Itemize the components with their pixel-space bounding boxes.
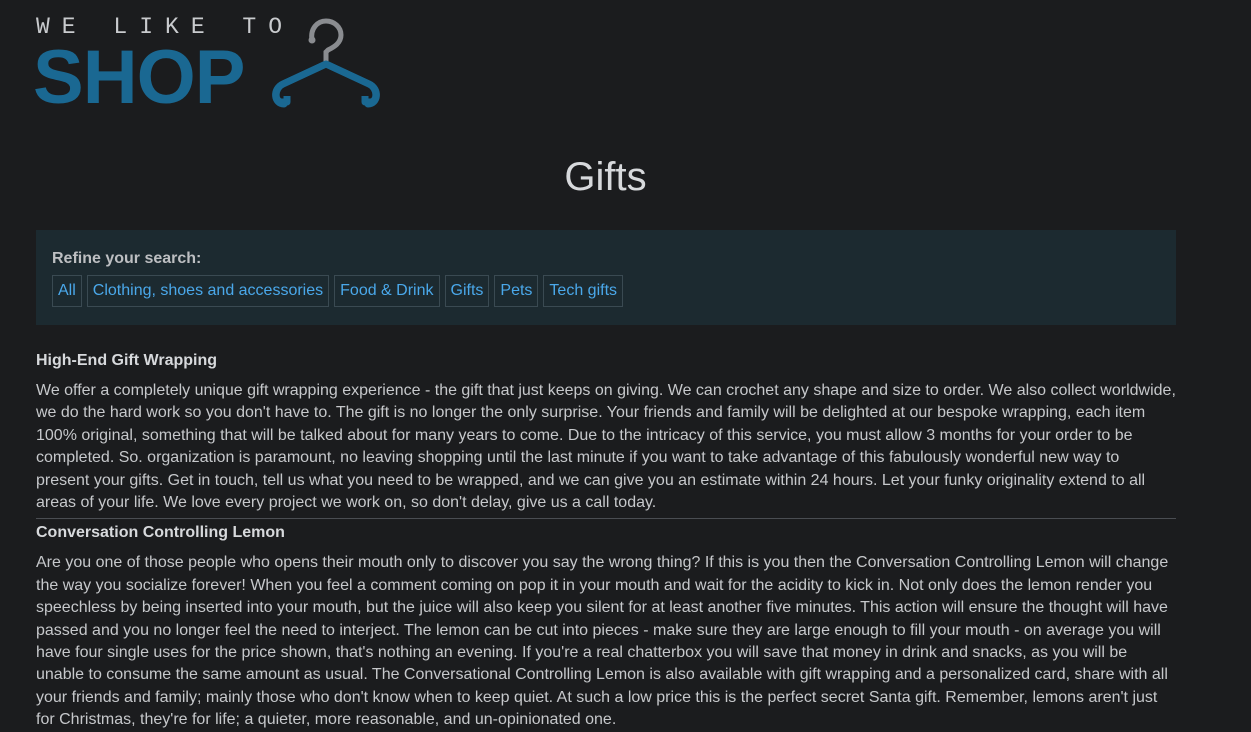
- filter-category-clothing[interactable]: Clothing, shoes and accessories: [86, 275, 330, 307]
- filter-category-tech-gifts[interactable]: Tech gifts: [543, 275, 624, 307]
- product-item: High-End Gift Wrapping We offer a comple…: [36, 350, 1176, 520]
- product-description: We offer a completely unique gift wrappi…: [36, 382, 1176, 512]
- product-title: Conversation Controlling Lemon: [36, 524, 285, 542]
- page: WE LIKE TO SHOP Gifts Refine your search…: [0, 0, 1251, 732]
- filter-category-gifts[interactable]: Gifts: [444, 275, 490, 307]
- filter-label: Refine your search:: [52, 250, 202, 267]
- product-description: Are you one of those people who opens th…: [36, 554, 1169, 729]
- filter-category-list: All Clothing, shoes and accessories Food…: [52, 275, 1160, 307]
- product-list: High-End Gift Wrapping We offer a comple…: [36, 350, 1176, 732]
- filter-panel: Refine your search: All Clothing, shoes …: [36, 230, 1176, 325]
- hanger-icon: [272, 18, 380, 108]
- logo-wordmark: SHOP: [33, 35, 245, 120]
- product-item: Conversation Controlling Lemon Are you o…: [36, 522, 1176, 732]
- product-title: High-End Gift Wrapping: [36, 352, 218, 369]
- filter-category-all[interactable]: All: [52, 275, 82, 307]
- site-logo[interactable]: WE LIKE TO SHOP: [33, 14, 396, 116]
- filter-category-food-drink[interactable]: Food & Drink: [334, 275, 440, 307]
- page-title: Gifts: [564, 155, 647, 199]
- filter-category-pets[interactable]: Pets: [494, 275, 539, 307]
